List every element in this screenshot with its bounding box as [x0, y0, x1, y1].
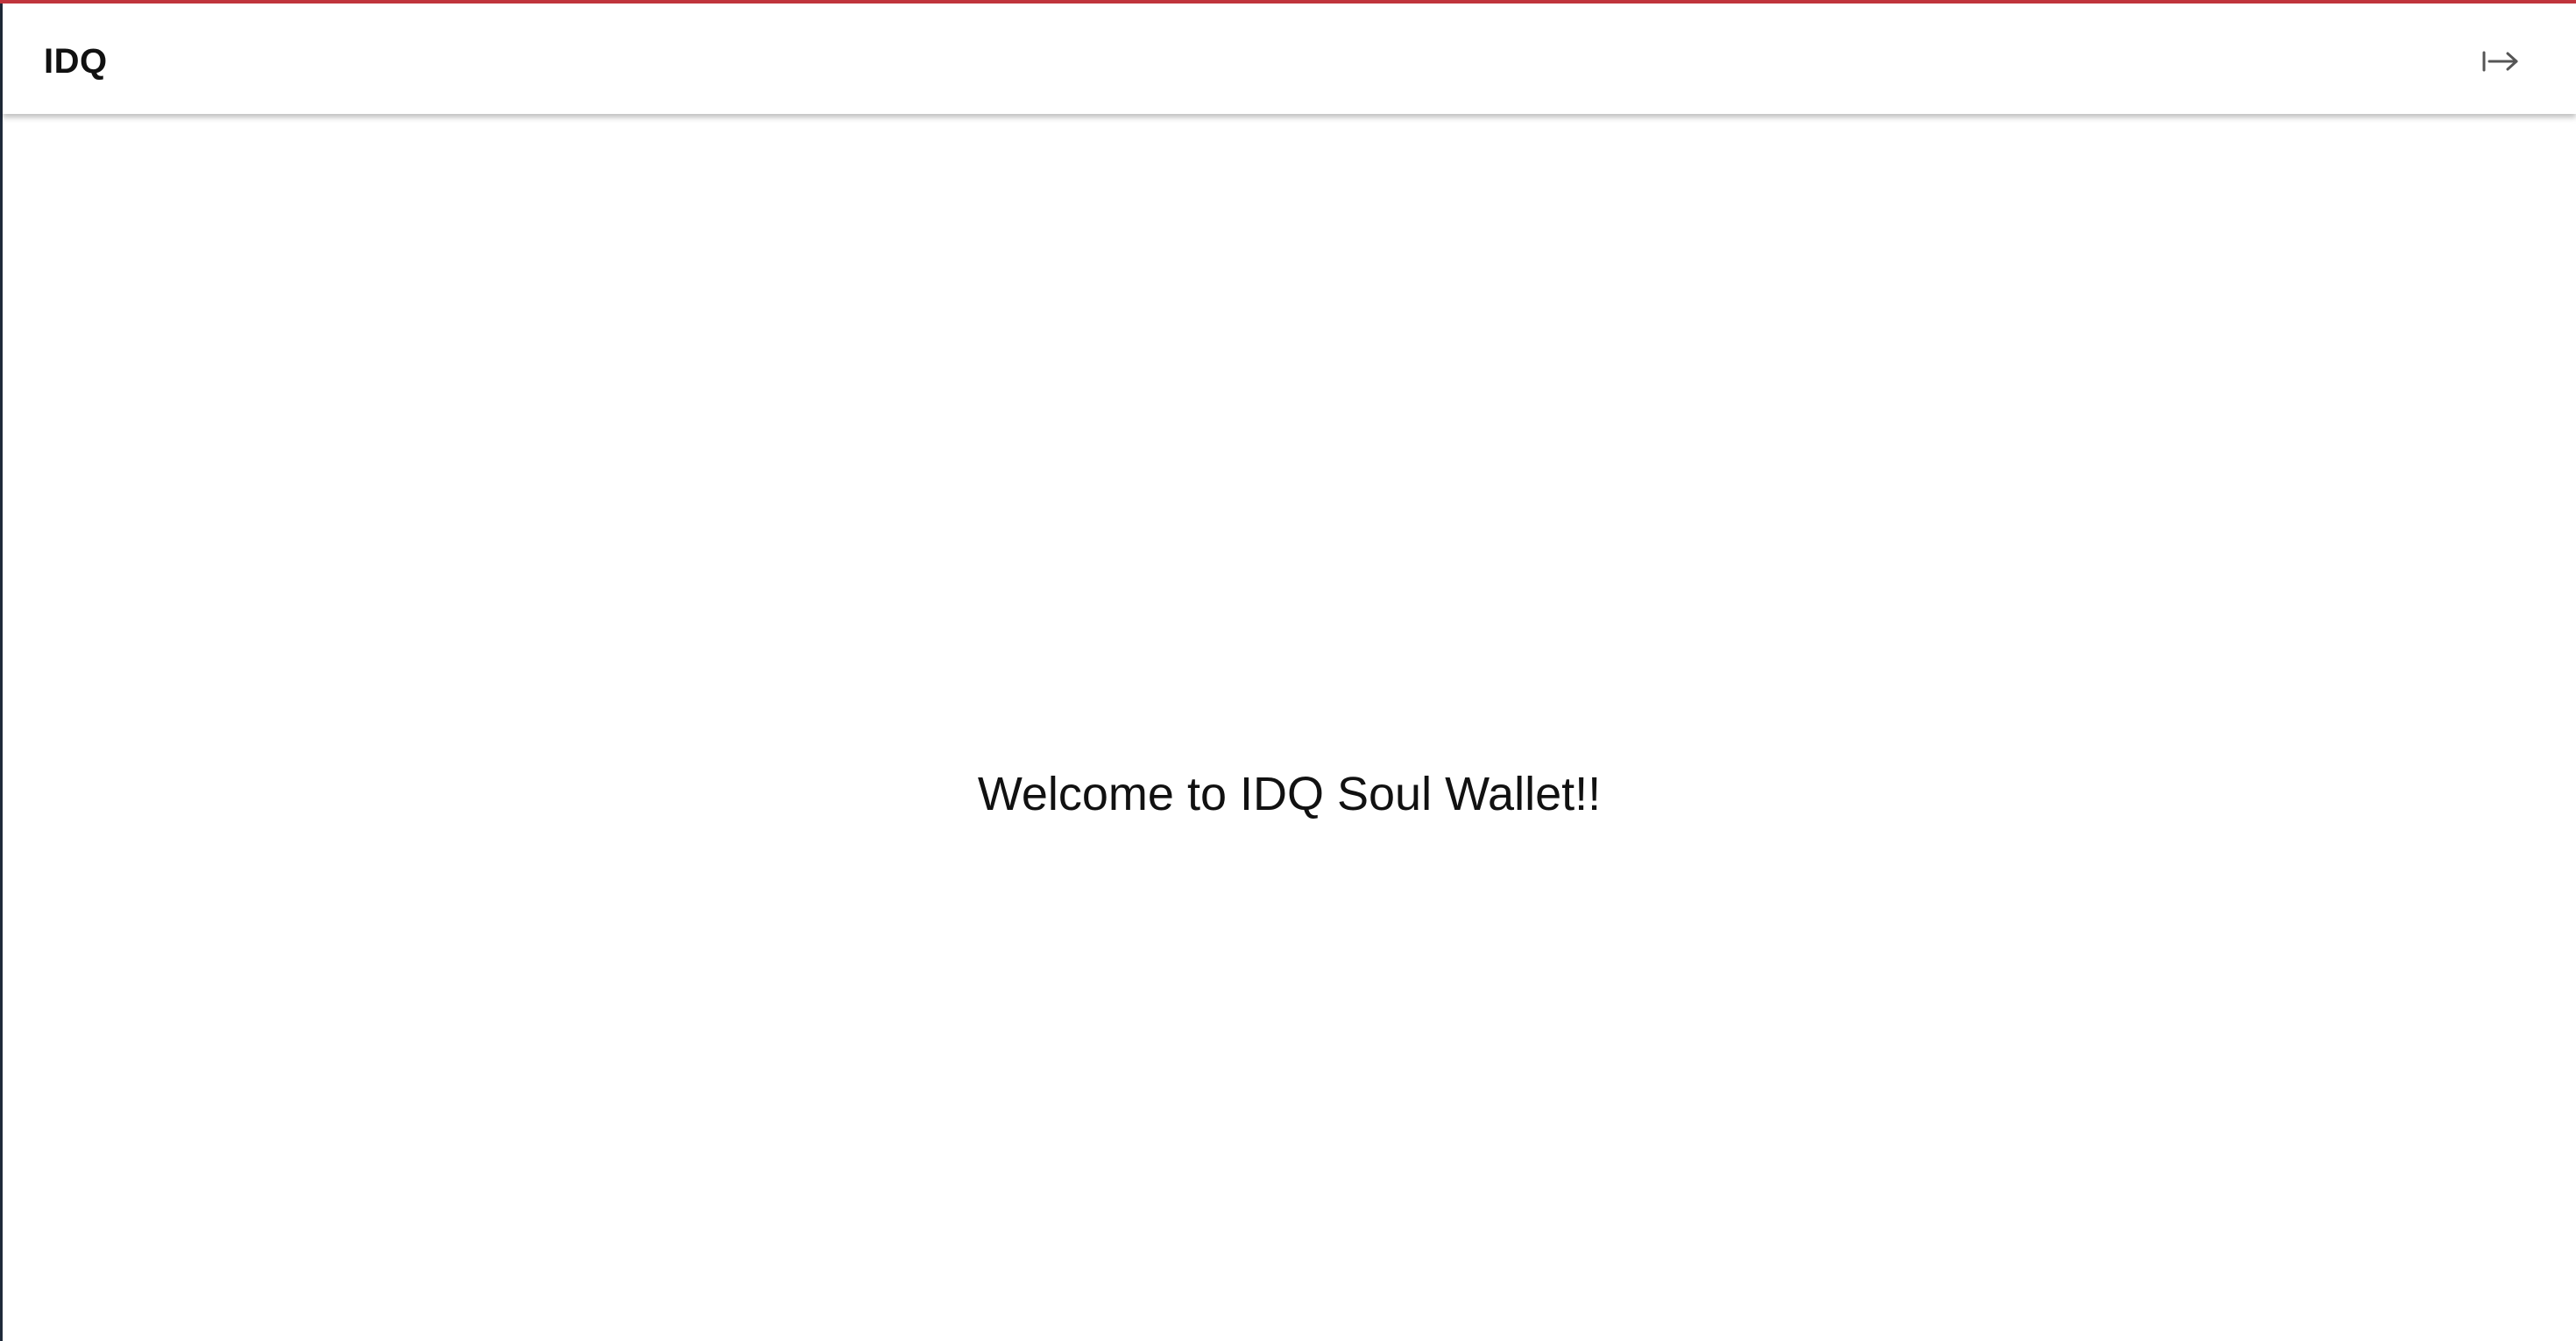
brand-title: IDQ	[44, 42, 108, 81]
main-content: Welcome to IDQ Soul Wallet!!	[3, 117, 2576, 1341]
top-accent-bar	[0, 0, 2576, 4]
app-bar: IDQ	[3, 4, 2576, 114]
app-window: IDQ Welcome to IDQ Soul Wallet!!	[0, 0, 2576, 1341]
logout-arrow-icon	[2482, 51, 2518, 72]
welcome-message: Welcome to IDQ Soul Wallet!!	[977, 768, 1602, 820]
left-edge-strip	[0, 0, 3, 1341]
logout-button[interactable]	[2476, 37, 2525, 86]
